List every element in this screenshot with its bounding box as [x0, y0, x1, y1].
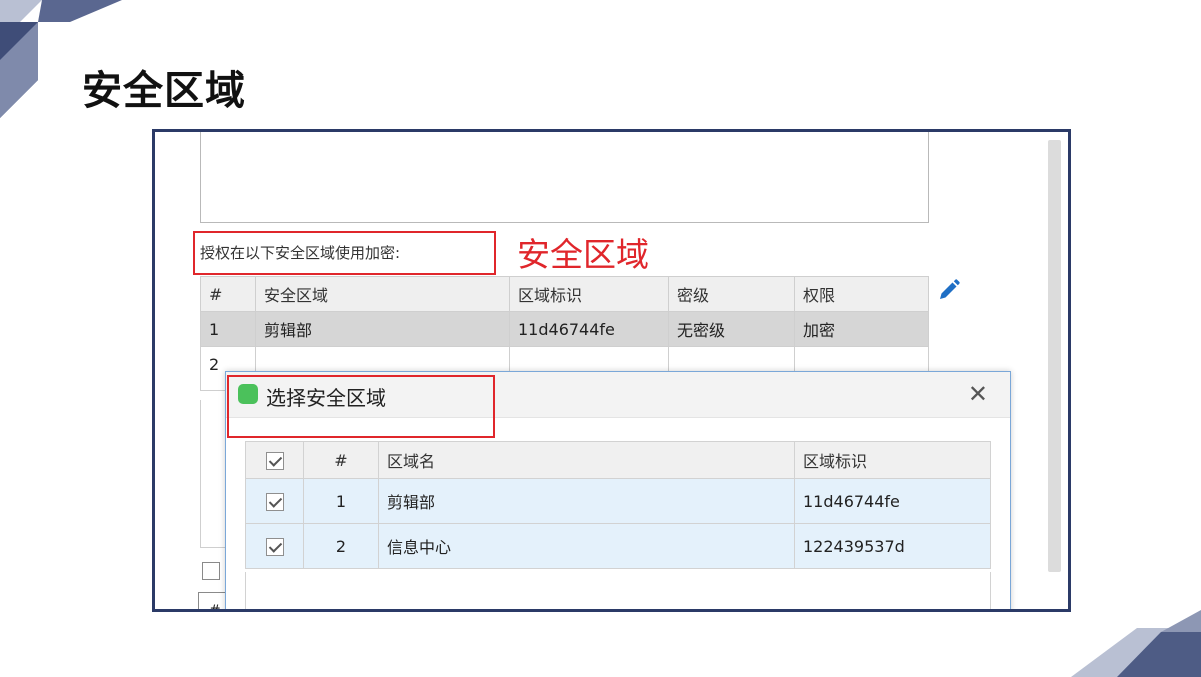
- column-header[interactable]: #: [303, 441, 379, 479]
- row-checkbox[interactable]: [245, 478, 304, 524]
- row-checkbox[interactable]: [245, 523, 304, 569]
- cell-zone-id: 11d46744fe: [509, 311, 669, 347]
- column-header[interactable]: 区域名: [378, 441, 795, 479]
- description-textarea[interactable]: [200, 132, 929, 223]
- highlight-box-label: [193, 231, 496, 275]
- table-row[interactable]: 1 剪辑部 11d46744fe: [245, 478, 991, 524]
- pencil-icon[interactable]: [937, 278, 961, 302]
- corner-decoration-bottom-right: [1071, 610, 1201, 677]
- table-row[interactable]: 2 信息中心 122439537d: [245, 523, 991, 569]
- column-header[interactable]: 区域标识: [509, 276, 669, 312]
- table-empty-area: [245, 572, 991, 609]
- table-header-row: # 区域名 区域标识: [245, 441, 991, 479]
- cell-permission: 加密: [794, 311, 929, 347]
- screenshot-frame: 授权在以下安全区域使用加密: 安全区域 # 安全区域 区域标识 密级 权限 1 …: [152, 129, 1071, 612]
- cell-index: 1: [200, 311, 256, 347]
- column-header[interactable]: 权限: [794, 276, 929, 312]
- cell-index: 2: [303, 523, 379, 569]
- highlight-box-dialog-title: [227, 375, 495, 438]
- cell-zone: 剪辑部: [255, 311, 510, 347]
- checkbox-icon[interactable]: [265, 537, 284, 556]
- column-header[interactable]: 密级: [668, 276, 795, 312]
- checkbox[interactable]: [202, 562, 220, 580]
- column-header[interactable]: 安全区域: [255, 276, 510, 312]
- checkbox-icon[interactable]: [265, 492, 284, 511]
- cell-zone-name: 信息中心: [378, 523, 795, 569]
- checkbox-icon[interactable]: [265, 451, 284, 470]
- zone-select-table: # 区域名 区域标识 1 剪辑部 11d46744fe 2 信息中心 12243…: [245, 441, 991, 569]
- close-icon[interactable]: ✕: [968, 382, 988, 406]
- vertical-scrollbar[interactable]: [1048, 140, 1061, 572]
- column-header[interactable]: 区域标识: [794, 441, 991, 479]
- column-header[interactable]: #: [200, 276, 256, 312]
- cell-level: 无密级: [668, 311, 795, 347]
- cell-zone-id: 11d46744fe: [794, 478, 991, 524]
- slide-title: 安全区域: [82, 68, 246, 114]
- select-all-checkbox[interactable]: [245, 441, 304, 479]
- table-header-row: # 安全区域 区域标识 密级 权限: [200, 276, 929, 312]
- cell-index: 1: [303, 478, 379, 524]
- cell-zone-id: 122439537d: [794, 523, 991, 569]
- cell-zone-name: 剪辑部: [378, 478, 795, 524]
- table-row[interactable]: 1 剪辑部 11d46744fe 无密级 加密: [200, 311, 929, 347]
- annotation-label: 安全区域: [517, 235, 649, 274]
